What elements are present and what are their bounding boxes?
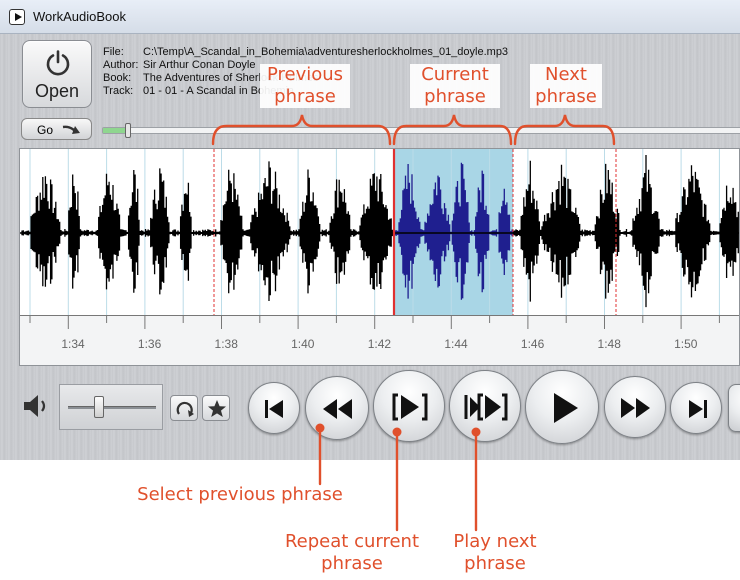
timeline-tick-label: 1:40 [291,337,315,351]
info-key: Track: [103,85,134,97]
annotation-line: Next [545,64,587,85]
screenshot-stage: WorkAudioBook Open File: C:\Temp\A_Scanda… [0,0,740,580]
repeat-icon [176,401,194,417]
annotation-repeat-current: Repeat current phrase [272,531,432,575]
annotation-line: Repeat current [284,531,419,552]
annotation-line: Current [421,64,489,85]
next-phrase-button[interactable] [449,370,521,442]
power-icon [46,50,70,76]
play-button[interactable] [525,370,599,444]
play-icon [554,393,578,423]
next-phrase-icon [464,393,508,421]
annotation-line: phrase [274,86,336,107]
extra-button-edge[interactable] [728,384,740,432]
annotation-line: phrase [535,86,597,107]
window-title: WorkAudioBook [33,9,126,24]
annotation-line: phrase [424,86,486,107]
skip-to-start-icon [265,400,283,418]
rewind-icon [323,399,352,419]
annotation-line: phrase [321,553,383,574]
waveform-panel[interactable]: 1:34 1:36 1:38 1:40 1:42 1:44 1:46 1:48 1:50 [19,148,740,366]
previous-phrase-button[interactable] [305,376,369,440]
go-button[interactable]: Go [21,118,92,140]
timeline-tick-label: 1:36 [138,337,162,351]
go-label: Go [37,123,54,137]
timeline-tick-label: 1:50 [674,337,698,351]
info-value: C:\Temp\A_Scandal_in_Bohemia\adventuresh… [143,46,509,58]
progress-handle[interactable] [125,123,131,138]
timeline-tick-label: 1:44 [444,337,468,351]
loop-button[interactable] [170,395,198,421]
volume-slider[interactable] [59,384,163,430]
annotation-current-phrase: Current phrase [410,64,500,108]
info-value: Sir Arthur Conan Doyle [143,59,256,71]
title-bar: WorkAudioBook [0,0,740,34]
info-key: Book: [103,72,132,84]
app-window: WorkAudioBook Open File: C:\Temp\A_Scanda… [0,0,740,460]
skip-to-start-button[interactable] [248,382,300,434]
timeline-tick-label: 1:38 [215,337,239,351]
waveform-canvas[interactable]: 1:34 1:36 1:38 1:40 1:42 1:44 1:46 1:48 1:50 [20,149,740,366]
timeline-tick-label: 1:34 [61,337,85,351]
app-play-icon [9,9,25,25]
waveform-trace [21,155,739,308]
open-button[interactable]: Open [22,40,92,108]
annotation-next-phrase: Next phrase [530,64,602,108]
annotation-select-previous: Select previous phrase [124,484,356,506]
bookmark-star-button[interactable] [202,395,230,421]
fast-forward-icon [621,398,650,418]
timeline-tick-label: 1:46 [521,337,545,351]
annotation-line: Select previous phrase [137,484,343,505]
annotation-play-next: Play next phrase [440,531,550,575]
track-progress-slider[interactable] [102,123,740,138]
star-icon [208,400,226,417]
timeline-tick-label: 1:42 [368,337,392,351]
annotation-line: Play next [453,531,537,552]
annotation-line: phrase [464,553,526,574]
skip-to-end-button[interactable] [670,382,722,434]
info-key: File: [103,46,124,58]
repeat-phrase-icon [392,393,428,421]
next-forward-button[interactable] [604,376,666,438]
open-label: Open [34,81,80,101]
volume-thumb[interactable] [94,396,105,418]
repeat-phrase-button[interactable] [373,370,445,442]
volume-track [68,406,156,409]
file-info-row: File: C:\Temp\A_Scandal_in_Bohemia\advent… [103,46,508,59]
annotation-line: Previous [266,64,344,85]
go-arrow-icon [62,125,80,134]
skip-to-end-icon [689,400,707,418]
timeline-tick-label: 1:48 [598,337,622,351]
speaker-icon[interactable] [22,392,52,420]
info-key: Author: [103,59,139,71]
annotation-previous-phrase: Previous phrase [260,64,350,108]
